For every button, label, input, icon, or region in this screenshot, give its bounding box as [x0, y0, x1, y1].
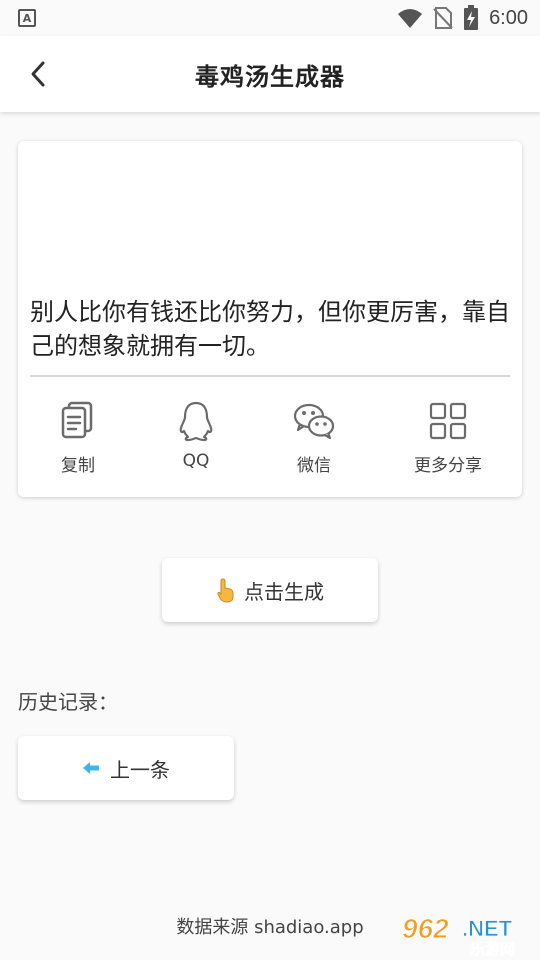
qq-penguin-icon	[179, 401, 213, 442]
watermark-number: 962	[402, 913, 449, 944]
previous-button[interactable]: 上一条	[18, 736, 234, 800]
share-label-qq: QQ	[182, 451, 210, 471]
copy-button[interactable]: 复制	[18, 399, 138, 479]
pointing-hand-icon	[217, 578, 234, 603]
quote-card: 别人比你有钱还比你努力，但你更厉害，靠自己的想象就拥有一切。 复制 QQ 微信 …	[18, 141, 522, 497]
generate-button[interactable]: 点击生成	[162, 558, 378, 622]
watermark-suffix: .NET	[462, 916, 513, 941]
watermark-logo: 962 .NET 乐游网	[402, 913, 516, 957]
share-wechat-button[interactable]: 微信	[254, 399, 374, 479]
divider	[30, 375, 510, 377]
copy-icon	[61, 401, 93, 439]
notification-a-icon: A	[18, 9, 36, 27]
quote-text: 别人比你有钱还比你努力，但你更厉害，靠自己的想象就拥有一切。	[30, 298, 510, 360]
arrow-left-icon	[83, 762, 99, 774]
share-label-more: 更多分享	[414, 456, 482, 476]
app-bar: 毒鸡汤生成器	[0, 36, 540, 112]
status-time: 6:00	[489, 6, 528, 29]
share-label-copy: 复制	[61, 456, 95, 476]
share-label-wechat: 微信	[297, 456, 331, 476]
wifi-icon	[398, 9, 423, 28]
status-bar: A 6:00	[0, 0, 540, 36]
more-share-button[interactable]: 更多分享	[388, 399, 508, 479]
previous-label: 上一条	[110, 757, 170, 782]
no-sim-icon	[433, 7, 453, 29]
watermark-sub: 乐游网	[470, 940, 515, 956]
battery-charging-icon	[464, 5, 479, 30]
history-label: 历史记录：	[18, 690, 118, 714]
generate-label: 点击生成	[244, 579, 324, 604]
chevron-left-icon	[31, 61, 45, 87]
grid-icon	[429, 402, 467, 440]
status-icons: 6:00	[397, 5, 528, 31]
page-title: 毒鸡汤生成器	[195, 62, 345, 91]
share-qq-button[interactable]: QQ	[136, 399, 256, 479]
share-row: 复制 QQ 微信 更多分享	[18, 399, 522, 479]
back-button[interactable]	[22, 58, 54, 90]
wechat-icon	[293, 403, 335, 440]
